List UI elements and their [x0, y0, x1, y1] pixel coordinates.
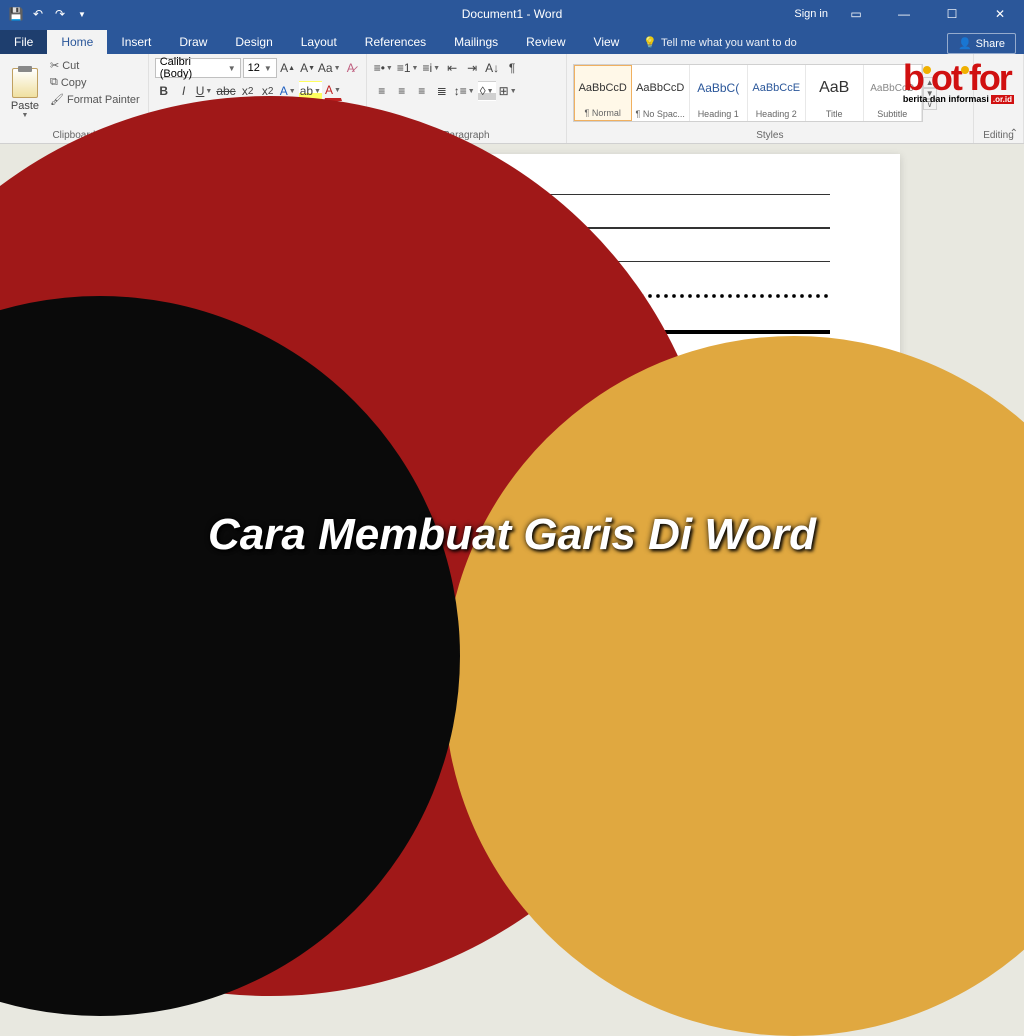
align-right-button[interactable]: ≡ [413, 81, 431, 101]
scissors-icon: ✂ [50, 59, 59, 72]
qat-dropdown-icon[interactable]: ▼ [72, 4, 92, 24]
style-name: ¶ No Spac... [636, 109, 685, 119]
tab-review[interactable]: Review [512, 30, 579, 54]
style-preview: AaBbCcD [579, 68, 627, 108]
borders-button[interactable]: ⊞▼ [498, 81, 518, 101]
tab-view[interactable]: View [580, 30, 634, 54]
tab-layout[interactable]: Layout [287, 30, 351, 54]
underline-button[interactable]: U▼ [195, 81, 214, 101]
group-label-styles: Styles [573, 128, 967, 141]
copy-button[interactable]: ⧉Copy [48, 75, 142, 90]
font-size-value: 12 [248, 62, 260, 74]
logo-text: botfor [903, 62, 1014, 94]
sort-button[interactable]: A↓ [483, 58, 501, 78]
style-item---normal[interactable]: AaBbCcD¶ Normal [574, 65, 632, 121]
logo-sub-text: berita dan informasi [903, 94, 989, 104]
tell-me-label: Tell me what you want to do [661, 37, 797, 49]
style-gallery: AaBbCcD¶ NormalAaBbCcD¶ No Spac...AaBbC(… [573, 64, 923, 122]
style-name: ¶ Normal [585, 108, 621, 118]
style-preview: AaBbC( [697, 67, 739, 109]
tab-mailings[interactable]: Mailings [440, 30, 512, 54]
line-spacing-button[interactable]: ↕≡▼ [453, 81, 476, 101]
clear-formatting-button[interactable]: A̷ [342, 58, 360, 78]
font-size-combo[interactable]: 12▼ [243, 58, 277, 78]
title-bar: 💾 ↶ ↷ ▼ Document1 - Word Sign in ▭ — ☐ ✕ [0, 0, 1024, 28]
tab-home[interactable]: Home [47, 30, 107, 54]
font-name-combo[interactable]: Calibri (Body)▼ [155, 58, 241, 78]
style-name: Subtitle [877, 109, 907, 119]
paste-icon [12, 68, 38, 98]
cut-label: Cut [62, 60, 79, 72]
redo-icon[interactable]: ↷ [50, 4, 70, 24]
shading-button[interactable]: ◊▼ [478, 81, 496, 101]
tab-insert[interactable]: Insert [107, 30, 165, 54]
numbering-button[interactable]: ≡1▼ [396, 58, 420, 78]
ribbon-tabs: File Home Insert Draw Design Layout Refe… [0, 28, 1024, 54]
bullets-button[interactable]: ≡•▼ [373, 58, 394, 78]
style-preview: AaBbCcD [636, 67, 684, 109]
style-name: Title [826, 109, 843, 119]
undo-icon[interactable]: ↶ [28, 4, 48, 24]
share-button[interactable]: 👤 Share [947, 33, 1016, 54]
logo-tagline: berita dan informasi.or.id [903, 94, 1014, 104]
change-case-button[interactable]: Aa▼ [319, 58, 340, 78]
tab-file[interactable]: File [0, 30, 47, 54]
grow-font-button[interactable]: A▲ [279, 58, 297, 78]
align-center-button[interactable]: ≡ [393, 81, 411, 101]
align-left-button[interactable]: ≡ [373, 81, 391, 101]
italic-button[interactable]: I [175, 81, 193, 101]
show-marks-button[interactable]: ¶ [503, 58, 521, 78]
collapse-ribbon-icon[interactable]: ⌃ [1010, 128, 1018, 139]
minimize-icon[interactable]: — [884, 0, 924, 28]
cut-button[interactable]: ✂Cut [48, 58, 142, 73]
bulb-icon: 💡 [643, 36, 657, 49]
brush-icon: 🖌 [50, 93, 64, 106]
style-preview: AaBbCcE [752, 67, 800, 109]
style-name: Heading 1 [698, 109, 739, 119]
style-item---no-spac---[interactable]: AaBbCcD¶ No Spac... [632, 65, 690, 121]
share-icon: 👤 [958, 37, 972, 50]
increase-indent-button[interactable]: ⇥ [463, 58, 481, 78]
justify-button[interactable]: ≣ [433, 81, 451, 101]
multilevel-list-button[interactable]: ≡i▼ [421, 58, 441, 78]
paste-button[interactable]: Paste ▼ [6, 58, 44, 128]
style-preview: AaB [819, 67, 849, 109]
style-name: Heading 2 [756, 109, 797, 119]
format-painter-label: Format Painter [67, 94, 140, 106]
quick-access-toolbar: 💾 ↶ ↷ ▼ [0, 4, 98, 24]
font-name-value: Calibri (Body) [160, 56, 224, 80]
tab-references[interactable]: References [351, 30, 440, 54]
paste-label: Paste [11, 100, 39, 112]
bold-button[interactable]: B [155, 81, 173, 101]
ribbon-display-icon[interactable]: ▭ [836, 0, 876, 28]
close-icon[interactable]: ✕ [980, 0, 1020, 28]
biotifor-logo: botfor berita dan informasi.or.id [903, 62, 1014, 104]
save-icon[interactable]: 💾 [6, 4, 26, 24]
share-label: Share [976, 38, 1005, 50]
style-item-heading-1[interactable]: AaBbC(Heading 1 [690, 65, 748, 121]
sign-in-link[interactable]: Sign in [794, 8, 828, 20]
style-item-title[interactable]: AaBTitle [806, 65, 864, 121]
copy-label: Copy [61, 77, 87, 89]
format-painter-button[interactable]: 🖌Format Painter [48, 92, 142, 107]
copy-icon: ⧉ [50, 76, 58, 89]
tell-me-search[interactable]: 💡 Tell me what you want to do [633, 31, 806, 54]
font-color-button[interactable]: A▼ [324, 81, 342, 101]
shrink-font-button[interactable]: A▼ [299, 58, 317, 78]
style-item-heading-2[interactable]: AaBbCcEHeading 2 [748, 65, 806, 121]
overlay-title: Cara Membuat Garis Di Word [0, 510, 1024, 560]
tab-design[interactable]: Design [221, 30, 286, 54]
maximize-icon[interactable]: ☐ [932, 0, 972, 28]
decrease-indent-button[interactable]: ⇤ [443, 58, 461, 78]
document-title: Document1 - Word [462, 7, 562, 21]
tab-draw[interactable]: Draw [165, 30, 221, 54]
logo-orid: .or.id [991, 95, 1014, 104]
